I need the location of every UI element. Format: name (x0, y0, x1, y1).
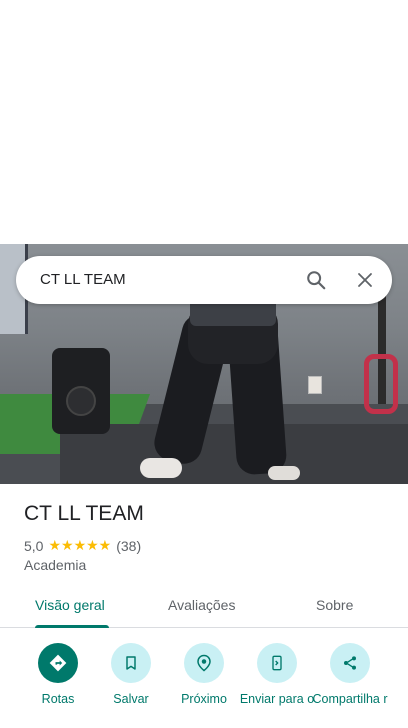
rating-value: 5,0 (24, 537, 44, 554)
send-to-phone-label: Enviar para o (239, 692, 315, 706)
tab-overview[interactable]: Visão geral (35, 597, 105, 613)
share-label: Compartilha r (312, 692, 388, 706)
nearby-button[interactable]: Próximo (164, 640, 244, 706)
tab-reviews[interactable]: Avaliações (168, 597, 235, 613)
tab-bar: Visão geral Avaliações Sobre (0, 588, 408, 628)
bookmark-icon (111, 643, 151, 683)
search-bar[interactable]: CT LL TEAM (16, 256, 392, 304)
send-to-phone-icon (257, 643, 297, 683)
active-tab-indicator (35, 625, 109, 628)
send-to-phone-button[interactable]: Enviar para o (237, 640, 317, 706)
save-button[interactable]: Salvar (91, 640, 171, 706)
save-label: Salvar (113, 692, 149, 706)
map-blank-area (0, 0, 408, 244)
share-icon (330, 643, 370, 683)
tab-about[interactable]: Sobre (316, 597, 353, 613)
close-icon[interactable] (351, 266, 379, 294)
directions-label: Rotas (41, 692, 75, 706)
search-icon[interactable] (302, 266, 330, 294)
rating-row[interactable]: 5,0 ★★★★★ (38) (24, 537, 141, 554)
nearby-label: Próximo (181, 692, 227, 706)
action-buttons: Rotas Salvar Próximo Enviar para o Compa… (0, 640, 408, 728)
directions-button[interactable]: Rotas (18, 640, 98, 706)
place-title: CT LL TEAM (24, 502, 144, 525)
search-query[interactable]: CT LL TEAM (40, 271, 126, 288)
nearby-icon (184, 643, 224, 683)
directions-icon (38, 643, 78, 683)
share-button[interactable]: Compartilha r (310, 640, 390, 706)
place-category: Academia (24, 557, 87, 573)
star-rating-icon: ★★★★★ (48, 537, 112, 553)
review-count: (38) (116, 537, 142, 554)
